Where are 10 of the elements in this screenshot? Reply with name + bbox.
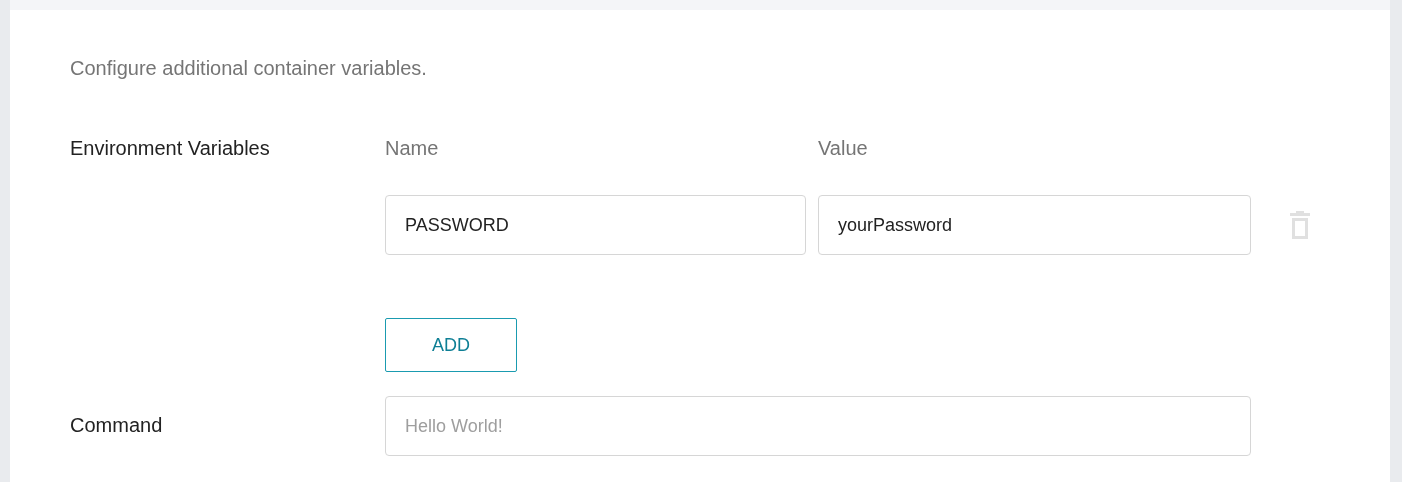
field-label: Environment Variables	[70, 137, 270, 159]
column-header: Name	[385, 137, 439, 159]
add-button[interactable]: ADD	[385, 318, 517, 372]
name-input[interactable]: PASSWORD	[385, 195, 806, 255]
description-text: Configure additional container variables.	[70, 56, 427, 80]
trash-icon[interactable]	[1290, 211, 1310, 239]
command-input[interactable]: Hello World!	[385, 396, 1251, 456]
value-input[interactable]: yourPassword	[818, 195, 1251, 255]
column-header: Value	[818, 137, 868, 159]
field-label: Command	[70, 414, 163, 436]
